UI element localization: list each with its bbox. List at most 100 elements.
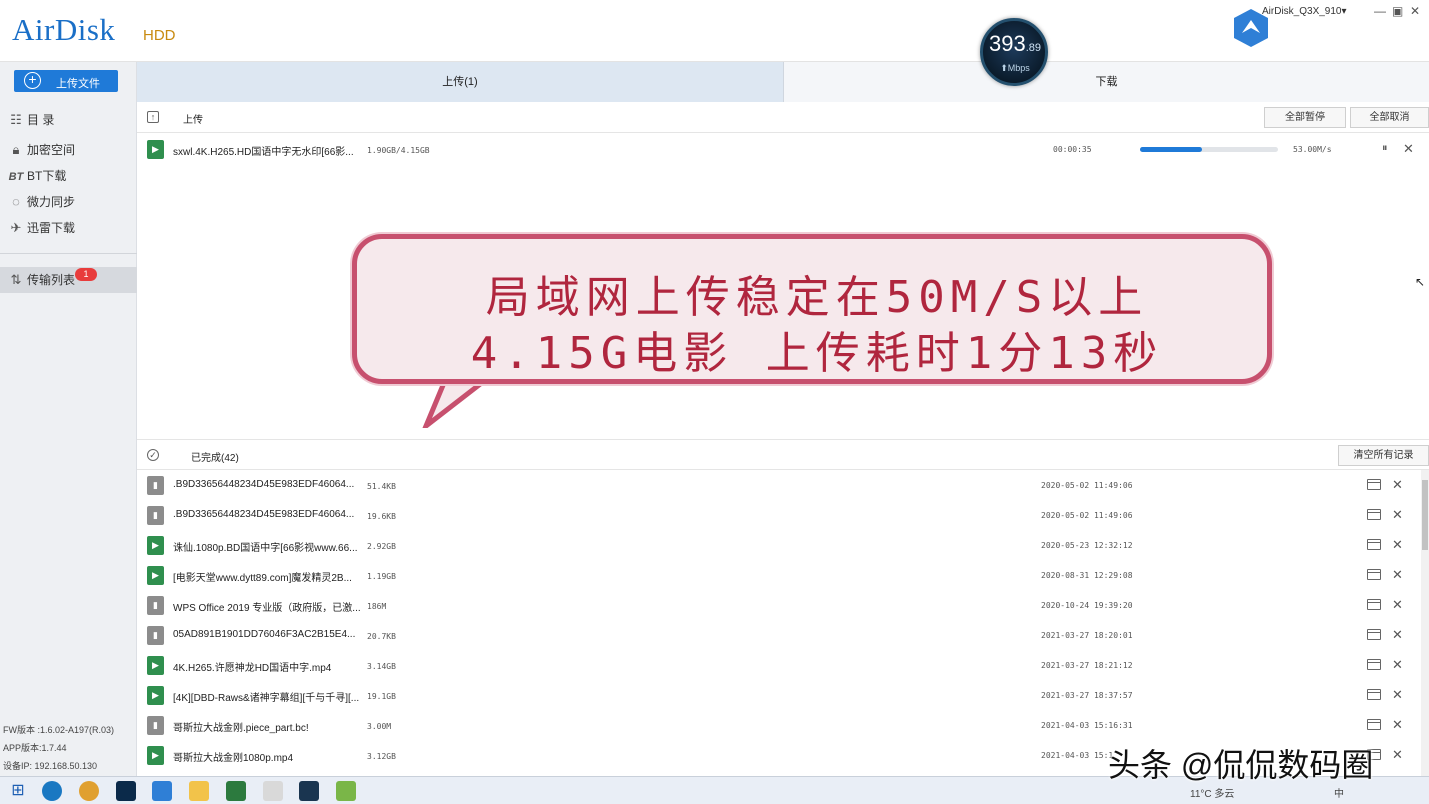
open-folder-icon[interactable] bbox=[1367, 569, 1381, 580]
file-size: 19.1GB bbox=[367, 692, 396, 701]
clear-records-button[interactable]: 清空所有记录 bbox=[1338, 445, 1429, 466]
file-name: .B9D33656448234D45E983EDF46064... bbox=[173, 479, 355, 490]
file-name: [电影天堂www.dytt89.com]魔发精灵2B... bbox=[173, 573, 352, 584]
upload-speed: 53.00M/s bbox=[1293, 145, 1332, 154]
tab-upload[interactable]: 上传(1) bbox=[137, 62, 784, 102]
remove-record-icon[interactable]: ✕ bbox=[1392, 537, 1403, 553]
open-folder-icon[interactable] bbox=[1367, 479, 1381, 490]
remove-record-icon[interactable]: ✕ bbox=[1392, 597, 1403, 613]
upload-file-name: sxwl.4K.H265.HD国语中字无水印[66影... bbox=[173, 147, 354, 158]
open-folder-icon[interactable] bbox=[1367, 689, 1381, 700]
file-date: 2020-05-02 11:49:06 bbox=[1041, 481, 1133, 490]
file-size: 20.7KB bbox=[367, 632, 396, 641]
app-logo: AirDisk bbox=[12, 12, 116, 47]
scrollbar-thumb[interactable] bbox=[1422, 480, 1428, 550]
file-date: 2021-04-03 15:16:31 bbox=[1041, 721, 1133, 730]
sidebar-item-encrypted-space[interactable]: 🔒︎ 加密空间 bbox=[8, 140, 75, 160]
completed-row: ▮ WPS Office 2019 专业版（政府版，已激... 186M 2020-1… bbox=[137, 591, 1421, 621]
chrome-icon[interactable] bbox=[79, 781, 99, 801]
file-size: 2.92GB bbox=[367, 542, 396, 551]
device-ip: 设备IP: 192.168.50.130 bbox=[3, 761, 98, 771]
sidebar-divider bbox=[0, 253, 137, 254]
open-folder-icon[interactable] bbox=[1367, 629, 1381, 640]
completed-row: ▮ .B9D33656448234D45E983EDF46064... 19.6KB… bbox=[137, 501, 1421, 531]
tab-download[interactable]: 下载 bbox=[784, 62, 1429, 102]
upload-box-icon: ↑ bbox=[147, 111, 159, 123]
remove-record-icon[interactable]: ✕ bbox=[1392, 507, 1403, 523]
open-folder-icon[interactable] bbox=[1367, 599, 1381, 610]
speed-unit: Mbps bbox=[1007, 63, 1030, 73]
video-file-icon: ▶ bbox=[147, 566, 164, 585]
video-file-icon: ▶ bbox=[147, 656, 164, 675]
open-folder-icon[interactable] bbox=[1367, 539, 1381, 550]
transfer-count-badge: 1 bbox=[75, 268, 97, 281]
cancel-icon[interactable]: ✕ bbox=[1403, 141, 1414, 157]
photoshop-icon[interactable] bbox=[116, 781, 136, 801]
file-name: 05AD891B1901DD76046F3AC2B15E4... bbox=[173, 629, 356, 640]
remove-record-icon[interactable]: ✕ bbox=[1392, 747, 1403, 763]
sidebar-item-label: BT下载 bbox=[27, 169, 67, 183]
sidebar-item-bt-download[interactable]: BT BT下载 bbox=[8, 166, 67, 186]
upload-file-button[interactable]: + 上传文件 bbox=[14, 70, 118, 92]
remove-record-icon[interactable]: ✕ bbox=[1392, 567, 1403, 583]
app-icon-grey[interactable] bbox=[263, 781, 283, 801]
cancel-all-button[interactable]: 全部取消 bbox=[1350, 107, 1429, 128]
file-date: 2021-04-03 15:1 bbox=[1041, 751, 1114, 760]
remove-record-icon[interactable]: ✕ bbox=[1392, 627, 1403, 643]
transfer-list-entry: ⇅ 传输列表 bbox=[8, 270, 75, 290]
file-name: WPS Office 2019 专业版（政府版，已激... bbox=[173, 603, 361, 614]
check-circle-icon: ✓ bbox=[147, 449, 159, 461]
upload-progress-bar bbox=[1140, 147, 1278, 152]
app-icon-lime[interactable] bbox=[336, 781, 356, 801]
bubble-tail bbox=[422, 378, 493, 428]
open-folder-icon[interactable] bbox=[1367, 719, 1381, 730]
file-size: 3.00M bbox=[367, 722, 392, 731]
app-icon-green[interactable] bbox=[226, 781, 246, 801]
upload-section-title: 上传 bbox=[183, 115, 203, 126]
file-date: 2020-05-23 12:32:12 bbox=[1041, 541, 1133, 550]
device-selector[interactable]: AirDisk_Q3X_910▾ bbox=[1262, 6, 1347, 17]
remove-record-icon[interactable]: ✕ bbox=[1392, 477, 1403, 493]
open-folder-icon[interactable] bbox=[1367, 509, 1381, 520]
close-window-icon[interactable]: ✕ bbox=[1410, 4, 1420, 18]
open-folder-icon[interactable] bbox=[1367, 659, 1381, 670]
mouse-cursor-icon: ↖ bbox=[1415, 275, 1426, 289]
pause-all-button[interactable]: 全部暂停 bbox=[1264, 107, 1346, 128]
file-size: 3.14GB bbox=[367, 662, 396, 671]
transfer-arrows-icon: ⇅ bbox=[10, 272, 22, 287]
sync-icon: ◌ bbox=[12, 194, 20, 209]
maximize-icon[interactable]: ▣ bbox=[1392, 4, 1403, 18]
file-date: 2021-03-27 18:20:01 bbox=[1041, 631, 1133, 640]
airdisk-taskbar-icon[interactable] bbox=[152, 781, 172, 801]
active-upload-row: ▶ sxwl.4K.H265.HD国语中字无水印[66影... 1.90GB/4… bbox=[137, 135, 1421, 165]
upload-file-label: 上传文件 bbox=[56, 78, 100, 90]
app-icon-dark[interactable] bbox=[299, 781, 319, 801]
remove-record-icon[interactable]: ✕ bbox=[1392, 687, 1403, 703]
upload-section-header: ↑ 上传 全部暂停 全部取消 bbox=[137, 102, 1429, 133]
lock-icon: 🔒︎ bbox=[12, 142, 20, 157]
speed-gauge: 393.89 ⬆Mbps bbox=[980, 18, 1048, 86]
completed-section-header: ✓ 已完成(42) 清空所有记录 bbox=[137, 439, 1429, 470]
weather-status[interactable]: 11°C 多云 bbox=[1190, 785, 1234, 800]
title-bar: AirDisk HDD AirDisk_Q3X_910▾ — ▣ ✕ bbox=[0, 0, 1429, 62]
callout-bubble: 局域网上传稳定在50M/S以上 4.15G电影 上传耗时1分13秒 bbox=[348, 230, 1278, 430]
windows-start-icon[interactable]: ⊞ bbox=[8, 781, 28, 801]
sidebar-item-transfer-list[interactable]: ⇅ 传输列表 bbox=[0, 267, 137, 293]
edge-browser-icon[interactable] bbox=[42, 781, 62, 801]
sidebar-item-directory[interactable]: ☷ 目 录 bbox=[8, 110, 54, 130]
ime-indicator[interactable]: 中 bbox=[1334, 785, 1344, 800]
completed-row: ▮ 05AD891B1901DD76046F3AC2B15E4... 20.7KB 2… bbox=[137, 621, 1421, 651]
file-date: 2021-03-27 18:37:57 bbox=[1041, 691, 1133, 700]
pause-icon[interactable]: ⏸︎ bbox=[1382, 142, 1388, 155]
remove-record-icon[interactable]: ✕ bbox=[1392, 657, 1403, 673]
sidebar-item-weili-sync[interactable]: ◌ 微力同步 bbox=[8, 192, 75, 212]
file-name: 哥斯拉大战金刚1080p.mp4 bbox=[173, 753, 294, 764]
completed-row: ▮ 哥斯拉大战金刚.piece_part.bc! 3.00M 2021-04-03 1… bbox=[137, 711, 1421, 741]
file-explorer-icon[interactable] bbox=[189, 781, 209, 801]
minimize-icon[interactable]: — bbox=[1374, 4, 1386, 18]
sidebar-item-thunder-download[interactable]: ✈ 迅雷下载 bbox=[8, 218, 75, 238]
file-name: 哥斯拉大战金刚.piece_part.bc! bbox=[173, 723, 309, 734]
thunder-icon: ✈ bbox=[10, 220, 22, 235]
remove-record-icon[interactable]: ✕ bbox=[1392, 717, 1403, 733]
callout-line-1: 局域网上传稳定在50M/S以上 bbox=[485, 272, 1149, 323]
